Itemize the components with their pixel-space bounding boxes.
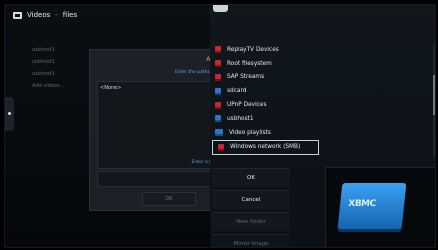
xbmc-logo-text: XBMC [347,199,377,209]
list-item-focused[interactable]: Windows network (SMB) [212,139,319,156]
dialog-hint-top: Enter the paths o [174,70,214,75]
cancel-button[interactable]: Cancel [212,190,290,209]
source-list-background: usbhost1 usbhost1 usbhost1 Add videos... [32,47,64,89]
drive-icon: XBMC [337,183,407,229]
list-item[interactable]: usbhost1 [32,47,64,53]
side-menu-handle[interactable] [5,97,14,131]
header-section: files [62,11,78,19]
red-drive-icon [215,73,221,81]
preview-panel: XBMC [325,167,435,247]
mirror-image-button[interactable]: Mirror image [212,234,290,247]
red-drive-icon [215,60,221,68]
header-separator: - [55,11,58,19]
dialog-hint-bottom: Enter a n [191,160,212,165]
playlist-icon [215,129,223,137]
dialog-ok-button[interactable]: OK [142,192,196,206]
list-item[interactable]: Root filesystem [210,57,430,71]
add-source-dialog: Ad Enter the paths o <None> Enter a n OK [89,49,221,211]
new-folder-button[interactable]: New folder [212,212,290,231]
list-item[interactable]: usbhost1 [32,59,64,65]
list-item[interactable]: UPnP Devices [210,98,430,112]
list-item[interactable]: usbhost1 [210,112,430,126]
ok-button[interactable]: OK [212,168,290,187]
header: Videos - files [13,11,77,19]
list-item[interactable]: sdcard [210,84,430,98]
list-item[interactable]: ReplayTV Devices [210,43,430,57]
scrollbar-thumb[interactable] [433,75,435,115]
film-icon [13,11,22,19]
browser-buttons: OK Cancel New folder Mirror image [212,168,290,247]
red-drive-icon [218,143,224,151]
path-none-value[interactable]: <None> [100,85,121,91]
red-drive-icon [215,46,221,54]
list-item[interactable]: SAP Streams [210,71,430,85]
list-item[interactable]: Video playlists [210,126,430,140]
top-handle[interactable] [213,5,228,12]
app-window: Videos - files usbhost1 usbhost1 usbhost… [4,4,436,248]
blue-drive-icon [215,115,221,123]
header-title: Videos [27,11,51,19]
scrollbar[interactable] [433,45,435,157]
dot-icon [8,112,11,115]
red-drive-icon [215,101,221,109]
browse-source-list: ReplayTV Devices Root filesystem SAP Str… [210,43,430,156]
source-name-field[interactable] [97,171,215,187]
list-item[interactable]: usbhost1 [32,71,64,77]
path-list-box[interactable] [97,81,215,169]
list-item[interactable]: Add videos... [32,83,64,89]
blue-drive-icon [215,87,221,95]
